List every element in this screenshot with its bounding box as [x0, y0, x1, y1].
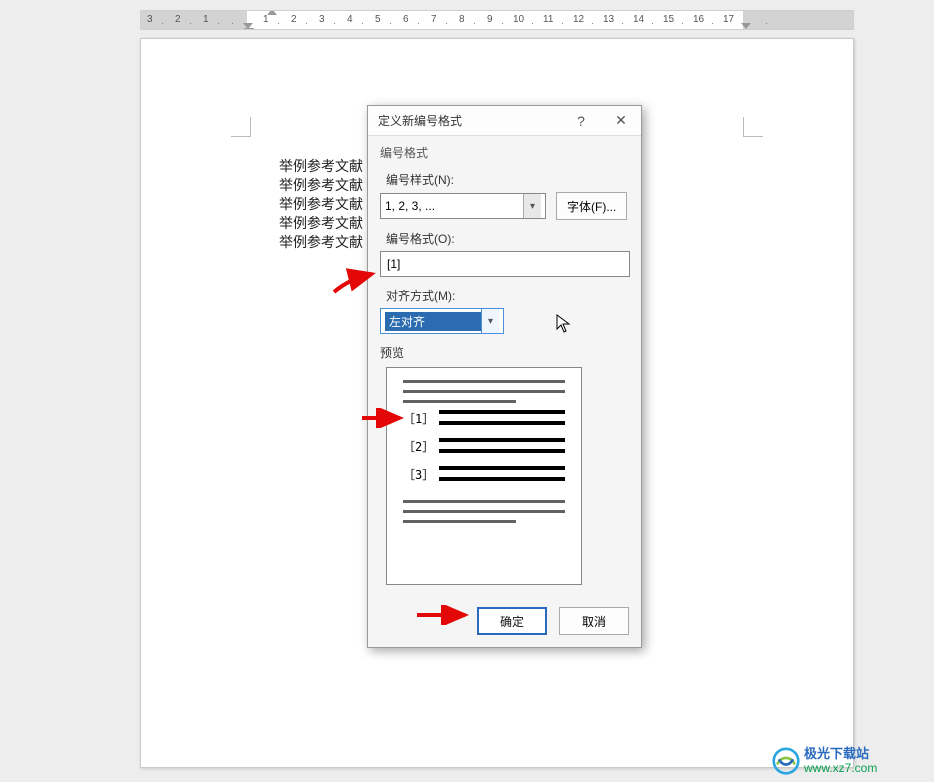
doc-line: 举例参考文献 [279, 214, 363, 233]
number-format-value: [1] [387, 257, 400, 271]
ruler-tick: 9 [487, 14, 493, 25]
ruler-tick: 5 [375, 14, 381, 25]
alignment-value: 左对齐 [385, 312, 481, 331]
label-preview: 预览 [380, 344, 629, 361]
ruler-tick: 1 [263, 14, 269, 25]
preview-panel: ［1］ ［2］ ［3］ [386, 367, 582, 585]
ruler-tick: 8 [459, 14, 465, 25]
ruler-tick: 2 [175, 14, 181, 25]
dialog-title: 定义新编号格式 [378, 112, 462, 129]
document-text[interactable]: 举例参考文献 举例参考文献 举例参考文献 举例参考文献 举例参考文献 [279, 157, 363, 252]
chevron-down-icon: ▾ [481, 309, 499, 333]
dialog-titlebar[interactable]: 定义新编号格式 ? ✕ [368, 106, 641, 136]
ruler-tick: 13 [603, 14, 614, 25]
horizontal-ruler[interactable]: 3 · 2 · 1 · · · 1 · 2 · 3 · 4 · 5 · 6 · … [140, 10, 854, 30]
number-style-value: 1, 2, 3, ... [385, 199, 435, 213]
font-button[interactable]: 字体(F)... [556, 192, 627, 220]
ruler-tick: 1 [203, 14, 209, 25]
ruler-tick: 2 [291, 14, 297, 25]
doc-line: 举例参考文献 [279, 157, 363, 176]
first-line-indent-marker[interactable] [267, 10, 277, 15]
doc-line: 举例参考文献 [279, 195, 363, 214]
margin-corner-icon [743, 117, 763, 137]
chevron-down-icon: ▾ [523, 194, 541, 218]
ruler-tick: 6 [403, 14, 409, 25]
preview-number: ［3］ [403, 466, 439, 483]
right-indent-marker[interactable] [741, 23, 751, 29]
workspace: 3 · 2 · 1 · · · 1 · 2 · 3 · 4 · 5 · 6 · … [0, 0, 934, 782]
cancel-button[interactable]: 取消 [559, 607, 629, 635]
ruler-tick: 7 [431, 14, 437, 25]
ruler-tick: 16 [693, 14, 704, 25]
number-style-dropdown[interactable]: 1, 2, 3, ... ▾ [380, 193, 546, 219]
ruler-tick: 17 [723, 14, 734, 25]
preview-number: ［1］ [403, 410, 439, 427]
ruler-tick: 3 [319, 14, 325, 25]
help-button[interactable]: ? [561, 107, 601, 135]
ruler-tick: 4 [347, 14, 353, 25]
left-indent-marker[interactable] [244, 28, 254, 30]
doc-line: 举例参考文献 [279, 176, 363, 195]
doc-line: 举例参考文献 [279, 233, 363, 252]
preview-number: ［2］ [403, 438, 439, 455]
ruler-tick: 10 [513, 14, 524, 25]
ruler-tick: 11 [543, 14, 553, 25]
ruler-tick: 3 [147, 14, 153, 25]
close-button[interactable]: ✕ [601, 107, 641, 135]
ruler-tick: 15 [663, 14, 674, 25]
label-alignment: 对齐方式(M): [386, 287, 629, 304]
margin-corner-icon [231, 117, 251, 137]
ruler-tick: 12 [573, 14, 584, 25]
alignment-dropdown[interactable]: 左对齐 ▾ [380, 308, 504, 334]
ruler-tick: 14 [633, 14, 644, 25]
label-number-style: 编号样式(N): [386, 171, 629, 188]
section-number-format: 编号格式 [380, 144, 629, 161]
number-format-input[interactable]: [1] [380, 251, 630, 277]
ok-button[interactable]: 确定 [477, 607, 547, 635]
label-number-format: 编号格式(O): [386, 230, 629, 247]
define-new-number-format-dialog: 定义新编号格式 ? ✕ 编号格式 编号样式(N): 1, 2, 3, ... ▾… [367, 105, 642, 648]
